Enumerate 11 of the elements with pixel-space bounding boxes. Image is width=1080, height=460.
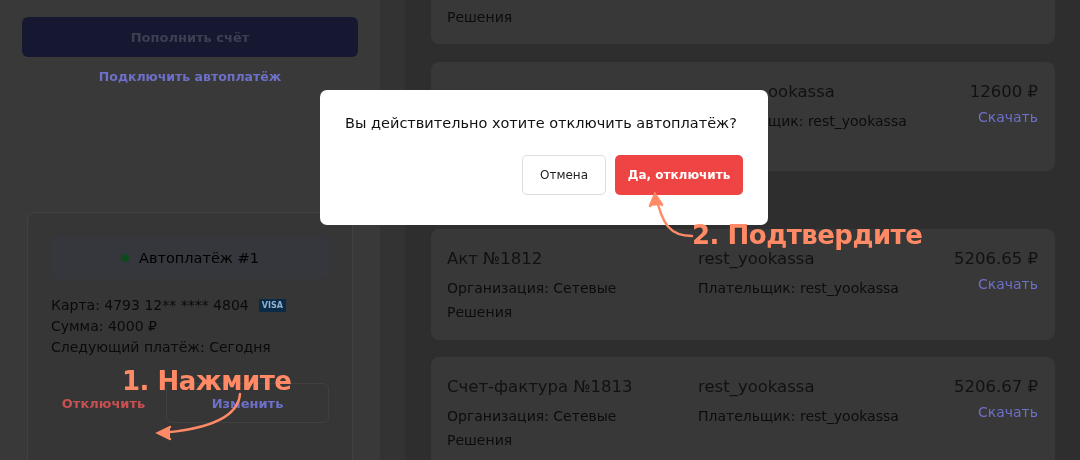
card-brand-icon: VISA [258,298,286,312]
annotation-label: 2. Подтвердите [692,220,923,250]
connect-autopay-link[interactable]: Подключить автоплатёж [98,69,282,84]
download-link[interactable]: Скачать [977,109,1038,125]
download-link[interactable]: Скачать [977,276,1038,292]
download-link[interactable]: Скачать [977,404,1038,420]
cancel-button[interactable]: Отмена [522,155,606,195]
dialog-message: Вы действительно хотите отключить автоплатёж? [345,115,738,131]
annotation-arrow [648,191,694,238]
confirm-button[interactable]: Да, отключить [615,155,743,195]
autopay-title: Автоплатёж #1 [139,249,259,266]
